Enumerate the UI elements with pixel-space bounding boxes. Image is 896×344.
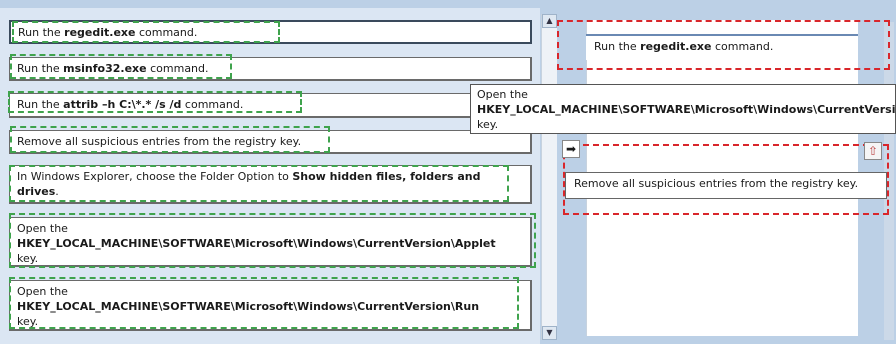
arrow-up-icon[interactable]: ⇧ [864, 142, 882, 160]
answer-slot-1[interactable]: Run the regedit.exe command. [586, 34, 858, 60]
triangle-down-icon[interactable]: ▼ [542, 326, 557, 340]
triangle-up-icon[interactable]: ▲ [542, 14, 557, 28]
arrow-right-icon[interactable]: ➡ [562, 140, 580, 158]
source-item-folder-options[interactable]: In Windows Explorer, choose the Folder O… [9, 165, 532, 204]
source-item-run-key[interactable]: Open the HKEY_LOCAL_MACHINE\SOFTWARE\Mic… [9, 280, 532, 331]
source-item-msinfo32[interactable]: Run the msinfo32.exe command. [9, 57, 532, 81]
answer-slot-2[interactable]: Remove all suspicious entries from the r… [565, 172, 887, 199]
source-item-regedit[interactable]: Run the regedit.exe command. [9, 20, 532, 44]
source-item-attrib[interactable]: Run the attrib –h C:\*.* /s /d command. [9, 93, 532, 118]
source-list-scrollbar[interactable]: ▲ ▼ [541, 14, 557, 340]
drag-tooltip: Open the HKEY_LOCAL_MACHINE\SOFTWARE\Mic… [470, 84, 896, 134]
source-item-applet-key[interactable]: Open the HKEY_LOCAL_MACHINE\SOFTWARE\Mic… [9, 217, 532, 267]
source-item-remove-entries[interactable]: Remove all suspicious entries from the r… [9, 130, 532, 154]
